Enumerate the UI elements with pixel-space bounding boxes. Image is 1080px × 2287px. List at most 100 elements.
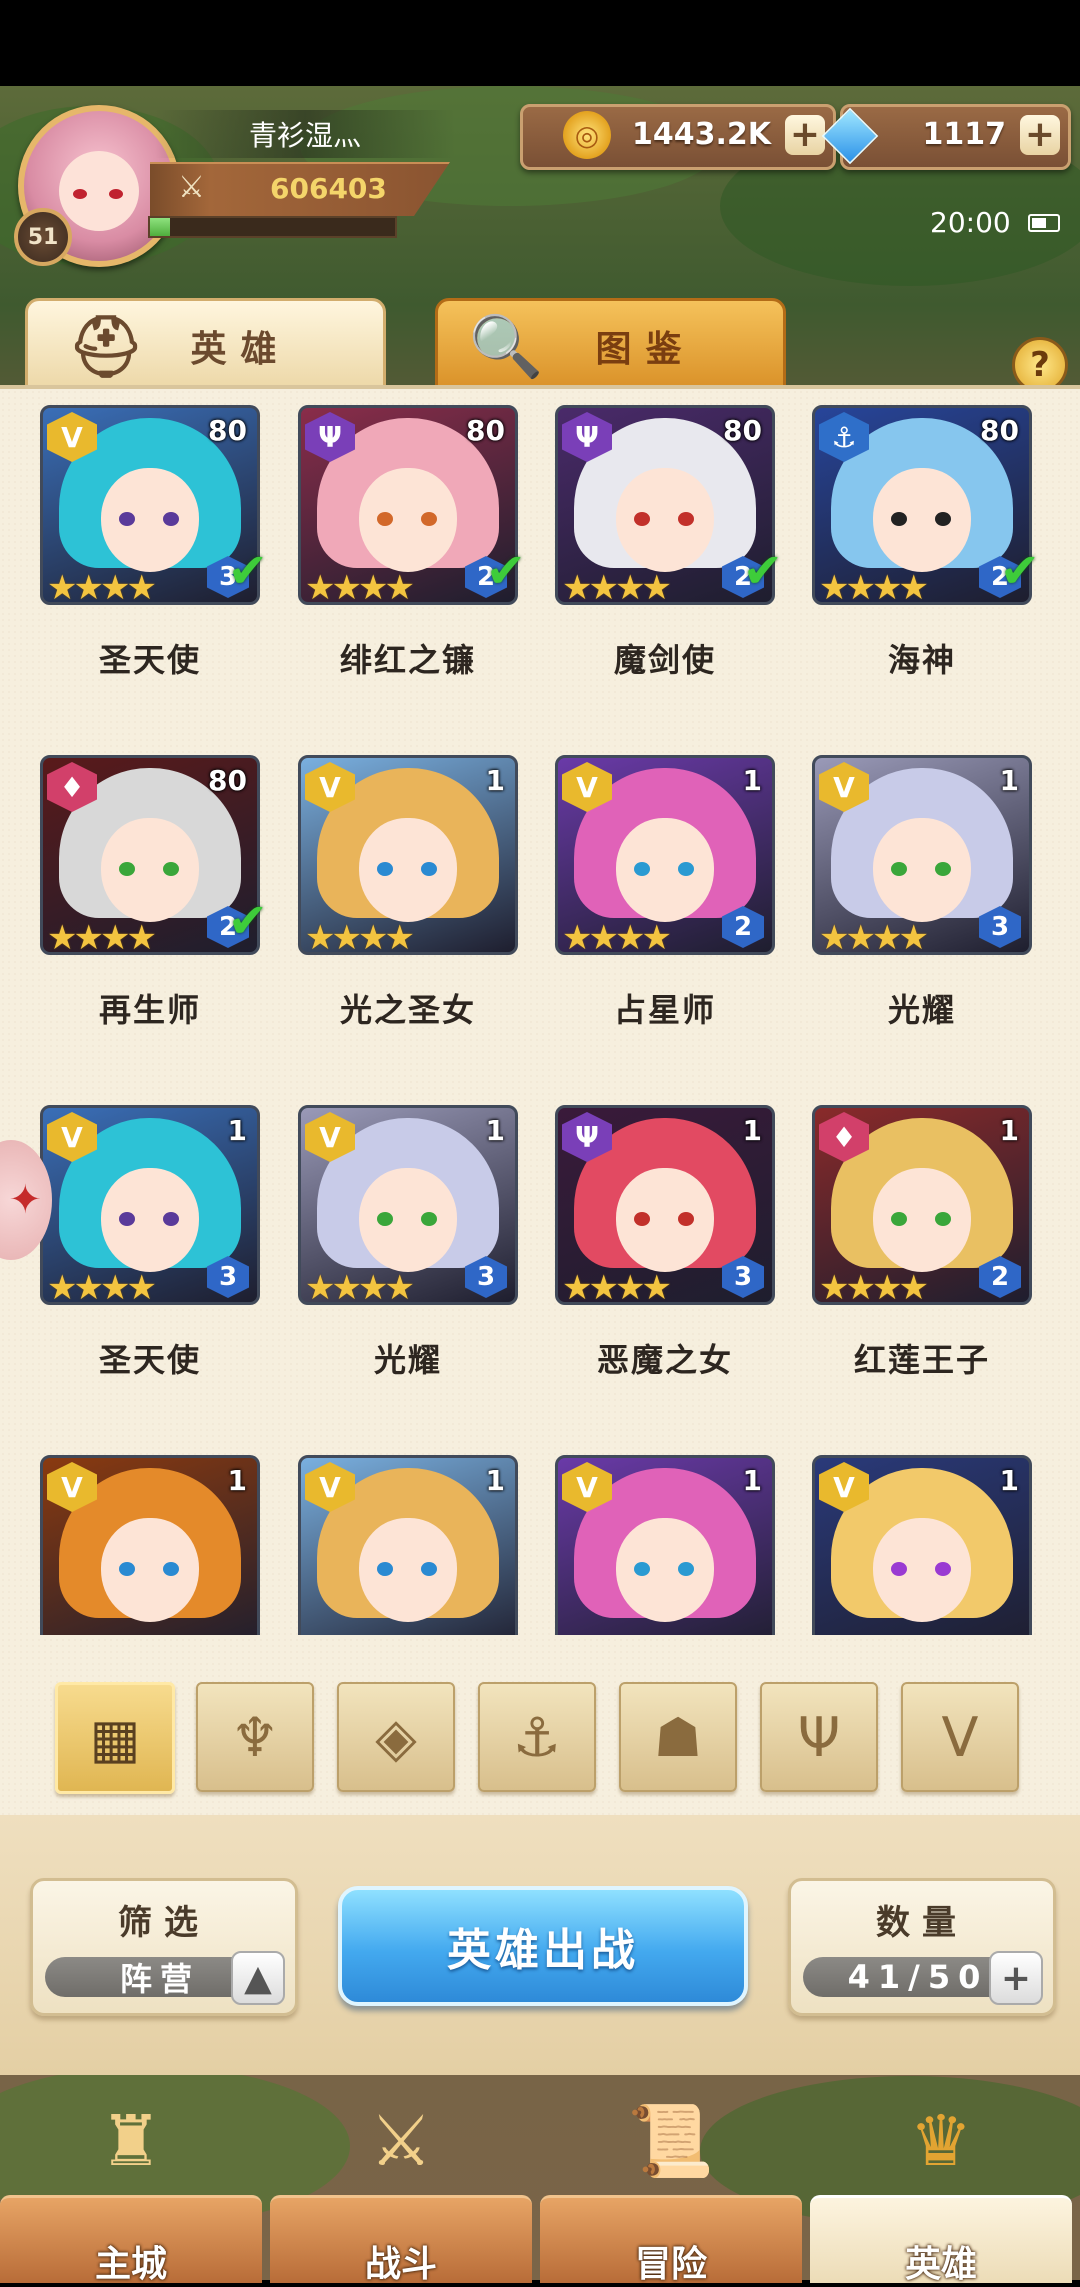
hero-eye [377,1212,393,1226]
filter-title: 筛选 [118,1903,210,1943]
nature-faction-icon[interactable]: ♆ [196,1682,314,1792]
hero-eye [678,1212,694,1226]
player-level-badge: 51 [14,208,72,266]
hero-name: 光之圣女 [339,991,476,1029]
hero-eye [935,862,951,876]
hero-eye [634,1212,650,1226]
hero-card[interactable]: V1 [555,1455,775,1635]
hero-name: 圣天使 [98,1341,201,1379]
count-title: 数量 [876,1903,968,1943]
hero-eye [163,862,179,876]
nav-label: 主城 [94,2244,167,2285]
hero-eye [377,512,393,526]
all-grid-icon[interactable]: ▦ [55,1682,175,1794]
hero-eye [678,512,694,526]
hero-star-rating: ★★★★ [47,1268,157,1305]
hero-card[interactable]: V1 [812,1455,1032,1635]
hero-portrait: V 1 ★★★★ [298,755,518,955]
hero-face [616,468,714,572]
hero-star-rating: ★★★★ [819,1268,929,1305]
hero-portrait: V 1 ★★★★ 3 [40,1105,260,1305]
deploy-heroes-button[interactable]: 英雄出战 [338,1886,748,2006]
hero-eye [891,512,907,526]
hero-card[interactable]: Ψ 80 ★★★★ 2 ✔ 绯红之镰 [298,405,526,679]
hero-eye [163,1212,179,1226]
hero-portrait: V 1 ★★★★ 2 [555,755,775,955]
deployed-checkmark-icon: ✔ [227,543,268,599]
hero-portrait: V1 [40,1455,260,1635]
hero-crest-icon[interactable]: ♛ [881,2081,1001,2201]
tab-heroes[interactable]: ⛑ 英雄 [25,298,386,394]
magnifier-book-icon: 🔍 [468,311,558,382]
experience-bar [148,216,397,238]
hero-level: 1 [999,1464,1019,1497]
hero-card[interactable]: Ψ 80 ★★★★ 2 ✔ 魔剑使 [555,405,783,679]
hero-name: 光耀 [887,991,956,1029]
hero-card[interactable]: V 1 ★★★★ 3 圣天使 [40,1105,260,1379]
hero-face [873,1518,971,1622]
hero-face [873,1168,971,1272]
hero-eye [678,1562,694,1576]
add-gems-button[interactable]: + [1020,115,1060,155]
experience-bar-fill [150,218,170,236]
hero-eye [634,1562,650,1576]
hero-card[interactable]: ♦ 1 ★★★★ 2 红莲王子 [812,1105,1032,1379]
beast-faction-icon[interactable]: ☗ [619,1682,737,1792]
hero-card[interactable]: V 1 ★★★★ 光之圣女 [298,755,518,1029]
hero-name: 绯红之镰 [339,641,476,679]
hero-star-rating: ★★★★ [305,918,415,955]
hero-eye [678,862,694,876]
earth-faction-icon[interactable]: ◈ [337,1682,455,1792]
battery-icon [1028,214,1060,232]
hero-face [616,1168,714,1272]
hero-face [101,468,199,572]
add-gold-button[interactable]: + [785,115,825,155]
anchor-faction-icon[interactable]: ⚓ [478,1682,596,1792]
clock-time: 20:00 [930,206,1011,239]
hero-eye [421,512,437,526]
hero-star-rating: ★★★★ [819,568,929,605]
hero-eye [935,512,951,526]
hero-name: 光耀 [373,1341,442,1379]
deployed-checkmark-icon: ✔ [227,893,268,949]
hero-face [873,818,971,922]
hero-eye [634,862,650,876]
hero-level: 1 [999,764,1019,797]
hero-name: 占星师 [613,991,716,1029]
hero-eye [163,512,179,526]
expand-capacity-button[interactable]: + [989,1951,1043,2005]
hero-card[interactable]: V1 [298,1455,518,1635]
hero-name: 魔剑使 [613,641,716,679]
hero-level: 1 [742,764,762,797]
hero-card[interactable]: V 1 ★★★★ 3 光耀 [298,1105,518,1379]
hero-card[interactable]: ♦ 80 ★★★★ 2 ✔ 再生师 [40,755,268,1029]
hero-face [616,1518,714,1622]
hero-level: 80 [980,414,1019,447]
tab-heroes-label: 英雄 [190,329,291,370]
hero-card[interactable]: V1 [40,1455,260,1635]
hero-face [101,818,199,922]
hero-grid[interactable]: V 80 ★★★★ 3 ✔ 圣天使 Ψ 80 ★★★★ 2 ✔ 绯红之镰 Ψ 80 ★★★★ 2 ✔ 魔剑使 ⚓ 80… [0,405,1080,1635]
hero-eye [421,1212,437,1226]
hero-card[interactable]: V 1 ★★★★ 2 占星师 [555,755,775,1029]
crossed-swords-icon[interactable]: ⚔ [341,2081,461,2201]
hero-card[interactable]: V 80 ★★★★ 3 ✔ 圣天使 [40,405,268,679]
light-faction-icon[interactable]: V [901,1682,1019,1792]
castle-icon[interactable]: ♜ [71,2081,191,2201]
hero-eye [935,1562,951,1576]
hero-eye [163,1562,179,1576]
hero-portrait: V 1 ★★★★ 3 [298,1105,518,1305]
hero-level: 80 [723,414,762,447]
hero-card[interactable]: V 1 ★★★★ 3 光耀 [812,755,1032,1029]
map-scroll-icon[interactable]: 📜 [611,2081,731,2201]
gold-amount: 1443.2K [631,117,771,152]
hero-level: 1 [999,1114,1019,1147]
hero-card[interactable]: Ψ 1 ★★★★ 3 恶魔之女 [555,1105,775,1379]
dark-faction-icon[interactable]: Ψ [760,1682,878,1792]
tab-codex[interactable]: 🔍 图鉴 [435,298,786,394]
hero-star-rating: ★★★★ [47,568,157,605]
hero-card[interactable]: ⚓ 80 ★★★★ 2 ✔ 海神 [812,405,1040,679]
filter-box[interactable]: 筛选 阵营 ▲ [30,1878,298,2016]
gem-amount: 1117 [922,117,1007,152]
filter-expand-button[interactable]: ▲ [231,1951,285,2005]
